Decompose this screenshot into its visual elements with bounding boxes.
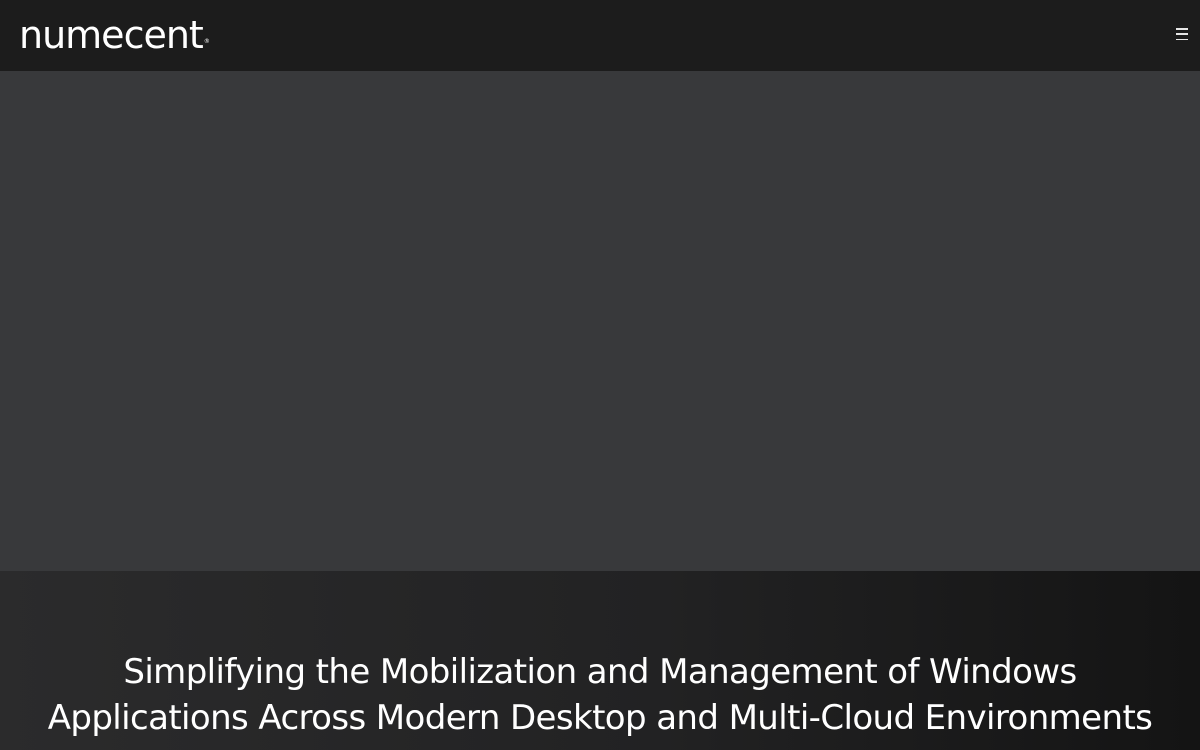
logo-text: numecent xyxy=(19,13,204,57)
hamburger-menu-icon[interactable] xyxy=(1176,28,1190,40)
menu-bar-top xyxy=(1176,28,1188,30)
site-header: numecent® xyxy=(0,0,1200,71)
menu-bar-middle xyxy=(1176,33,1188,35)
hero-title-line-1: Simplifying the Mobilization and Managem… xyxy=(123,652,1077,692)
registered-mark: ® xyxy=(203,38,210,45)
hero-title: Simplifying the Mobilization and Managem… xyxy=(0,649,1200,741)
hero-title-line-2: Applications Across Modern Desktop and M… xyxy=(47,698,1153,738)
menu-bar-bottom xyxy=(1176,38,1188,40)
hero-section: Simplifying the Mobilization and Managem… xyxy=(0,571,1200,750)
numecent-logo[interactable]: numecent® xyxy=(19,11,210,59)
hero-media-placeholder xyxy=(0,71,1200,571)
